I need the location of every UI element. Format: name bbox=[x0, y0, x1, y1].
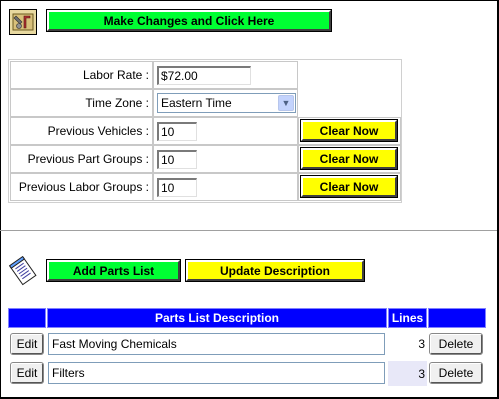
previous-vehicles-input[interactable]: 10 bbox=[157, 122, 197, 141]
time-zone-select[interactable]: Eastern Time ▼ bbox=[157, 93, 296, 113]
add-parts-list-button[interactable]: Add Parts List bbox=[46, 259, 181, 282]
delete-button[interactable]: Delete bbox=[429, 333, 483, 355]
previous-part-groups-label-text: Previous Part Groups : bbox=[27, 152, 149, 166]
labor-rate-label: Labor Rate : bbox=[10, 61, 153, 89]
clear-labor-groups-button[interactable]: Clear Now bbox=[300, 175, 398, 198]
parts-list-table: Parts List Description Lines Edit Fast M… bbox=[8, 308, 487, 388]
lines-count: 3 bbox=[388, 333, 427, 355]
time-zone-cell: Eastern Time ▼ bbox=[153, 89, 298, 117]
time-zone-selected-text: Eastern Time bbox=[161, 96, 232, 110]
previous-vehicles-clear-cell: Clear Now bbox=[298, 117, 401, 145]
time-zone-label-text: Time Zone : bbox=[85, 96, 149, 110]
previous-vehicles-cell: 10 bbox=[153, 117, 298, 145]
settings-table: Labor Rate : $72.00 Time Zone : Eastern … bbox=[8, 59, 402, 203]
update-description-button[interactable]: Update Description bbox=[185, 259, 365, 282]
lines-count-text: 3 bbox=[418, 366, 425, 381]
lines-count-text: 3 bbox=[418, 337, 425, 351]
header-delete-column bbox=[428, 308, 486, 328]
description-field[interactable]: Fast Moving Chemicals bbox=[48, 333, 385, 355]
clear-vehicles-button[interactable]: Clear Now bbox=[300, 119, 398, 142]
description-text: Fast Moving Chemicals bbox=[52, 337, 177, 351]
labor-rate-cell: $72.00 bbox=[153, 61, 298, 89]
previous-labor-groups-cell: 10 bbox=[153, 173, 298, 201]
description-text: Filters bbox=[52, 366, 85, 380]
previous-labor-groups-label-text: Previous Labor Groups : bbox=[18, 180, 149, 194]
chevron-down-icon[interactable]: ▼ bbox=[278, 95, 294, 111]
notepad-icon bbox=[8, 255, 38, 286]
labor-rate-input[interactable]: $72.00 bbox=[157, 66, 251, 85]
edit-button[interactable]: Edit bbox=[10, 333, 44, 355]
section-divider bbox=[0, 230, 497, 231]
previous-part-groups-input[interactable]: 10 bbox=[157, 150, 197, 169]
previous-labor-groups-input[interactable]: 10 bbox=[157, 178, 197, 197]
previous-vehicles-label-text: Previous Vehicles : bbox=[47, 124, 149, 138]
tools-icon[interactable] bbox=[9, 9, 37, 35]
previous-labor-groups-clear-cell: Clear Now bbox=[298, 173, 401, 201]
previous-part-groups-cell: 10 bbox=[153, 145, 298, 173]
make-changes-button[interactable]: Make Changes and Click Here bbox=[46, 9, 332, 32]
clear-part-groups-button[interactable]: Clear Now bbox=[300, 147, 398, 170]
lines-count: 3 bbox=[388, 361, 427, 386]
previous-part-groups-clear-cell: Clear Now bbox=[298, 145, 401, 173]
header-edit-column bbox=[8, 308, 46, 328]
header-lines-text: Lines bbox=[391, 311, 424, 325]
description-field[interactable]: Filters bbox=[48, 362, 385, 384]
header-lines: Lines bbox=[388, 308, 427, 328]
previous-vehicles-label: Previous Vehicles : bbox=[10, 117, 153, 145]
labor-rate-label-text: Labor Rate : bbox=[82, 68, 149, 82]
header-description-text: Parts List Description bbox=[154, 311, 280, 325]
time-zone-label: Time Zone : bbox=[10, 89, 153, 117]
previous-labor-groups-label: Previous Labor Groups : bbox=[10, 173, 153, 201]
edit-button[interactable]: Edit bbox=[10, 362, 44, 384]
delete-button[interactable]: Delete bbox=[429, 362, 483, 384]
header-description: Parts List Description bbox=[47, 308, 387, 328]
previous-part-groups-label: Previous Part Groups : bbox=[10, 145, 153, 173]
